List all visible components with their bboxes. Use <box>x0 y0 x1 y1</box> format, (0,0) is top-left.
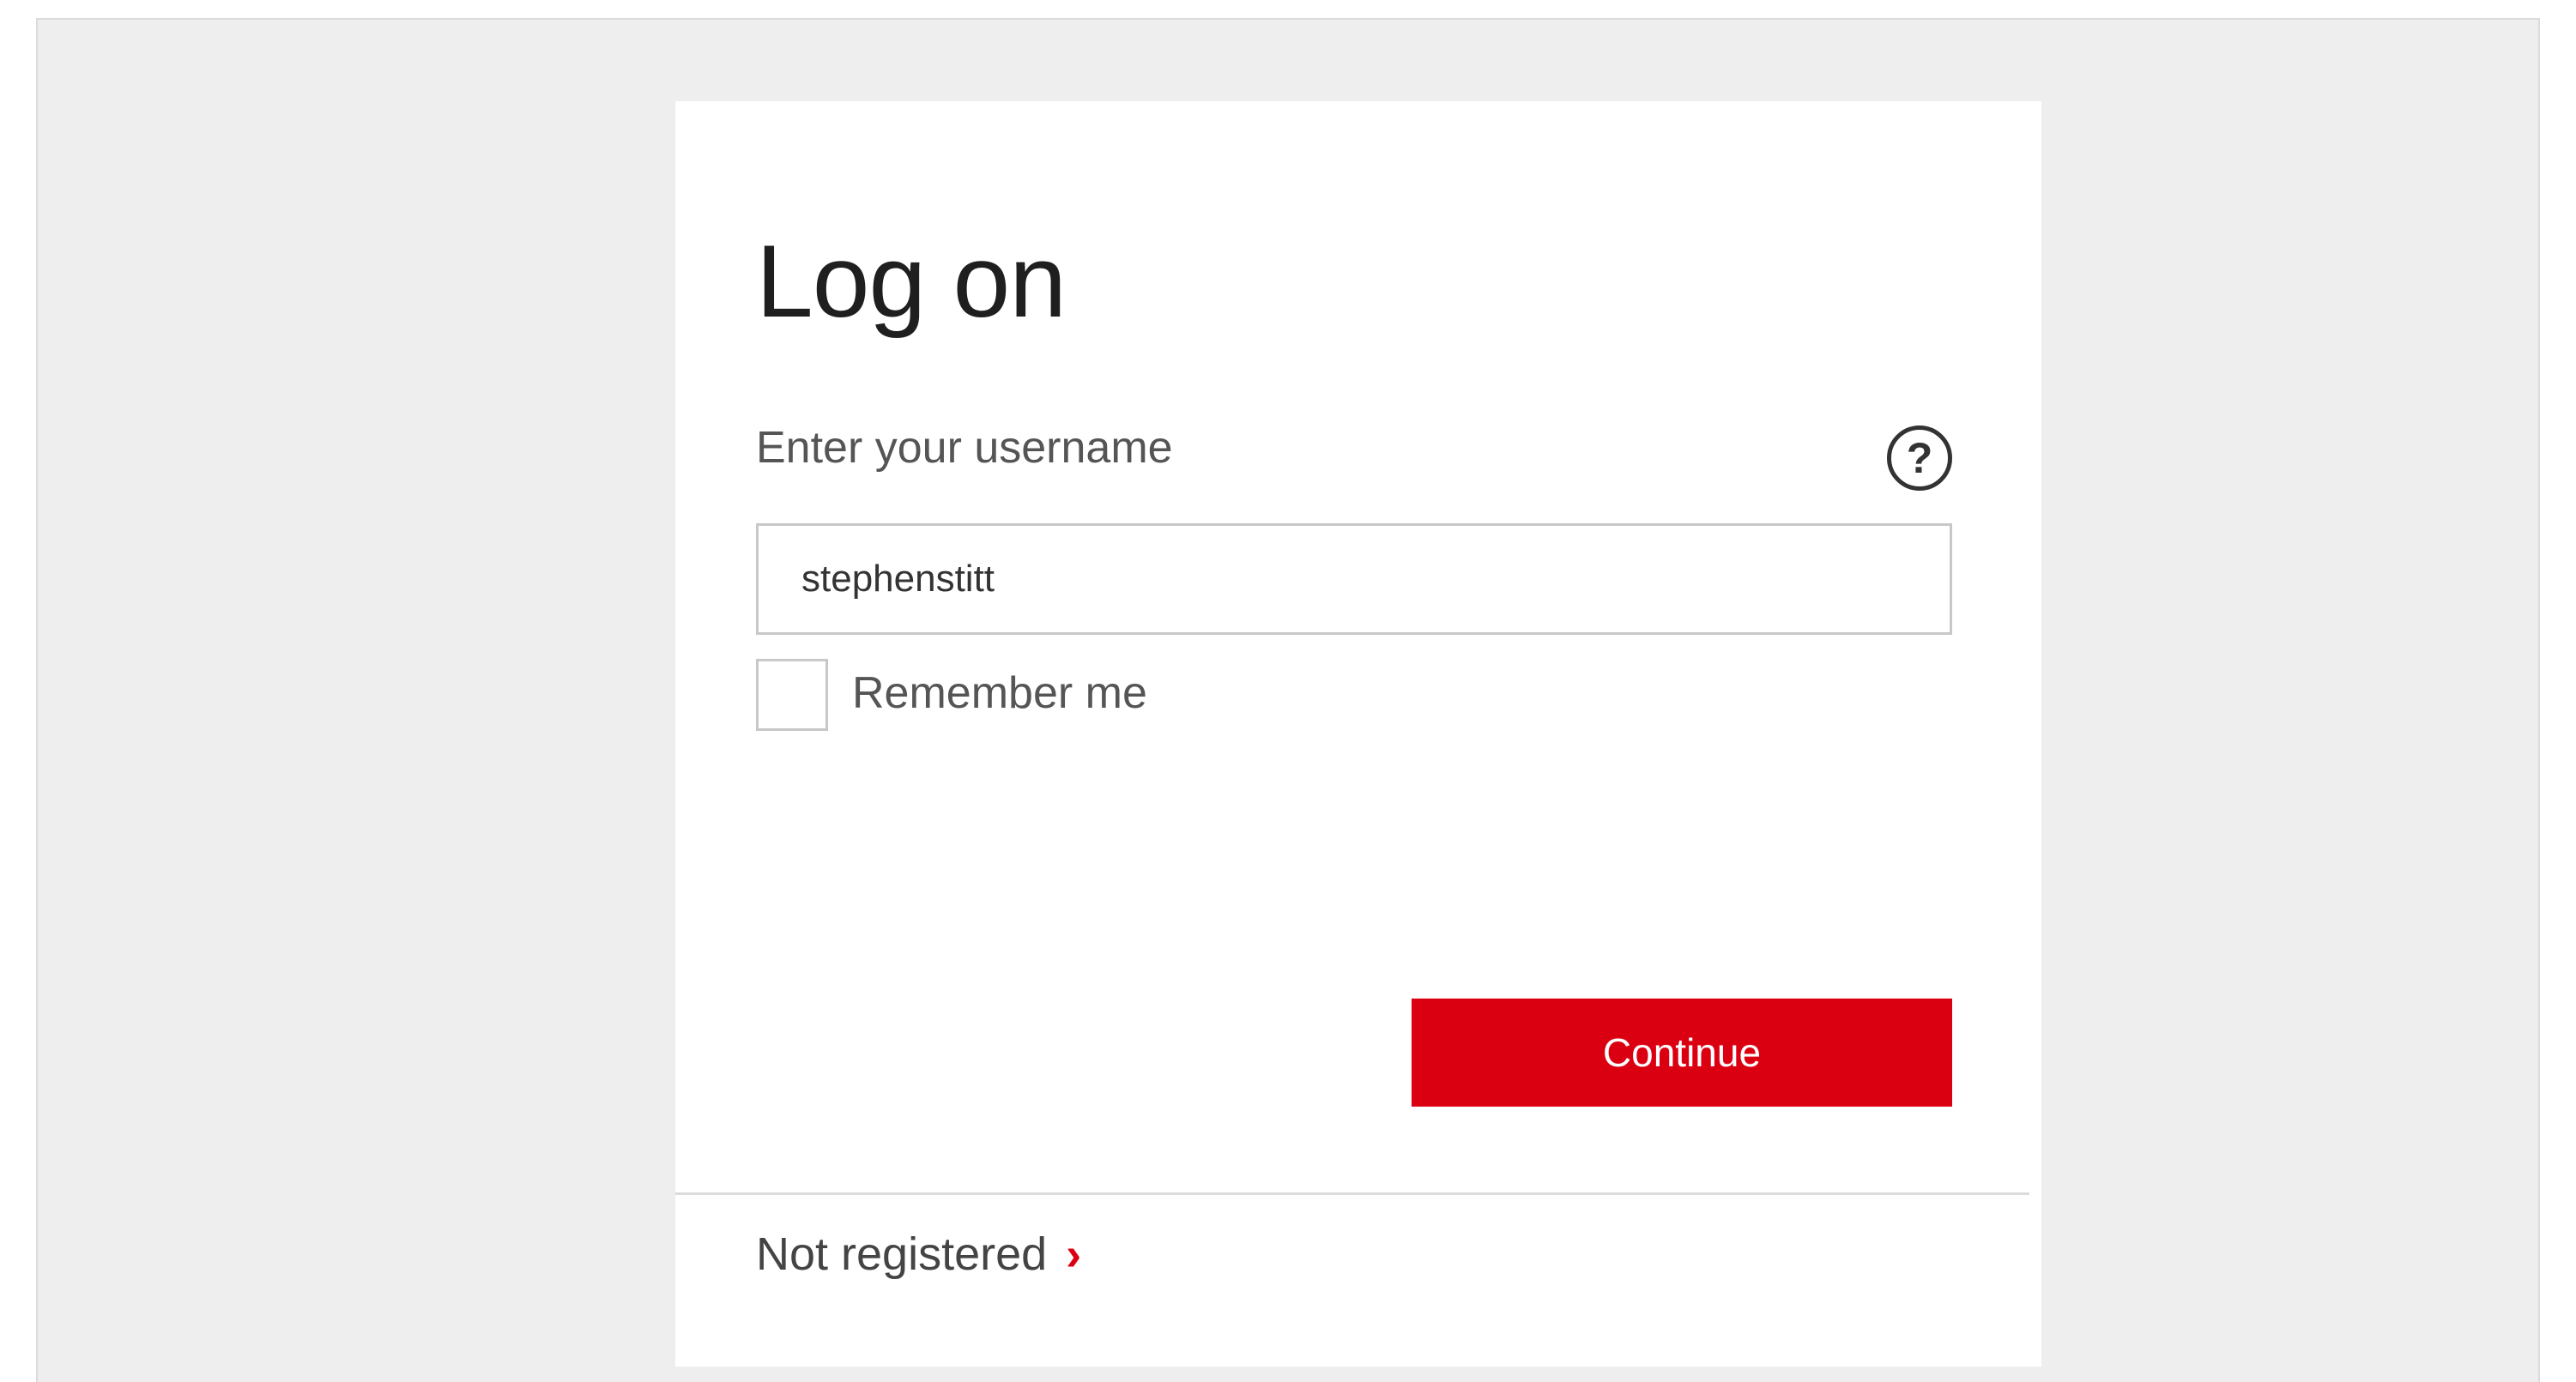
login-card: Log on Enter your username ? Remember me… <box>675 101 2041 1367</box>
username-label: Enter your username <box>756 423 1173 473</box>
page-background: Log on Enter your username ? Remember me… <box>36 18 2540 1382</box>
help-icon[interactable]: ? <box>1887 425 1952 491</box>
username-input[interactable] <box>756 523 1952 635</box>
remember-me-checkbox[interactable] <box>756 659 828 731</box>
not-registered-label: Not registered <box>756 1228 1048 1280</box>
not-registered-link[interactable]: Not registered › <box>756 1231 1081 1277</box>
remember-me-label[interactable]: Remember me <box>852 671 1147 715</box>
divider <box>675 1192 2029 1195</box>
chevron-right-icon: › <box>1066 1228 1082 1280</box>
continue-button[interactable]: Continue <box>1412 999 1952 1107</box>
page-title: Log on <box>756 224 1067 339</box>
help-icon-glyph: ? <box>1906 434 1933 482</box>
